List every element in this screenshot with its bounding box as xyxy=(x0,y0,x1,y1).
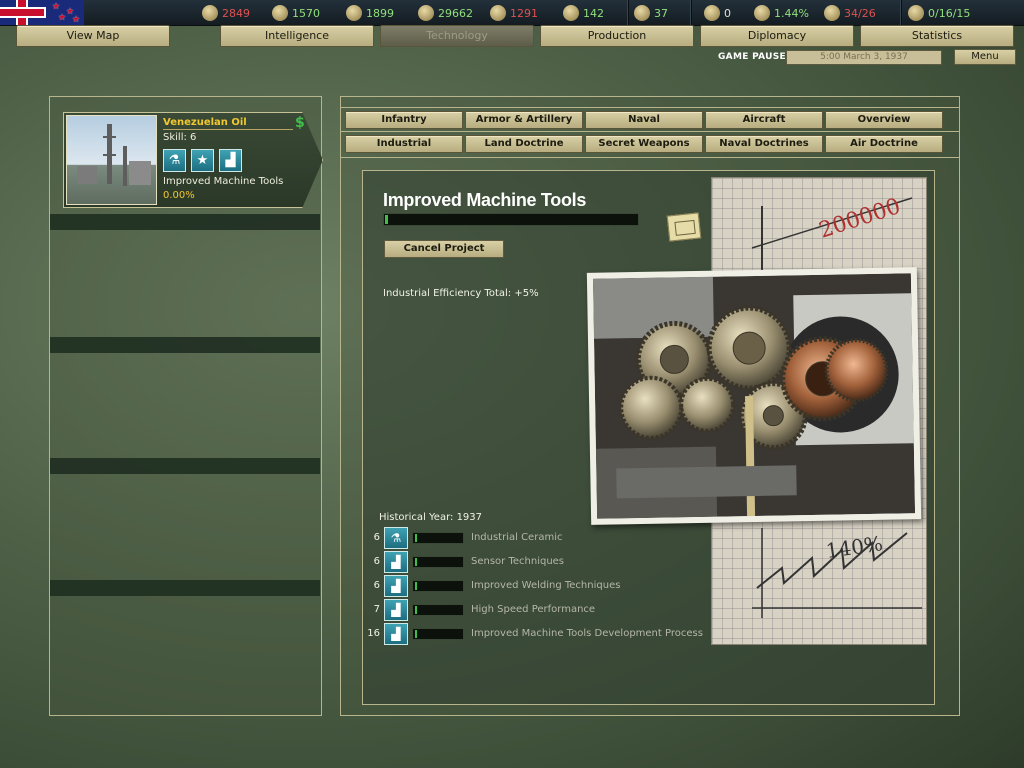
factory-icon: ▟ xyxy=(384,623,408,645)
team-photo xyxy=(66,115,157,205)
tab-overview[interactable]: Overview xyxy=(825,111,943,129)
tab-technology[interactable]: Technology xyxy=(380,25,534,47)
tab-air-doctrine[interactable]: Air Doctrine xyxy=(825,135,943,153)
tab-naval-doctrines[interactable]: Naval Doctrines xyxy=(705,135,823,153)
cancel-project-button[interactable]: Cancel Project xyxy=(384,240,504,258)
tech-photo xyxy=(586,267,922,525)
team-progress: 0.00% xyxy=(163,190,195,201)
team-current-task: Improved Machine Tools xyxy=(163,176,284,187)
topbar-divider xyxy=(627,0,629,26)
tech-progress-bar xyxy=(383,213,639,226)
supplies-icon xyxy=(490,5,506,21)
category-tabs: Infantry Armor & Artillery Naval Aircraf… xyxy=(343,111,957,157)
factory-icon: ▟ xyxy=(384,551,408,573)
tab-view-map[interactable]: View Map xyxy=(16,25,170,47)
requirement-level: 7 xyxy=(373,604,380,615)
factory-icon: ▟ xyxy=(384,599,408,621)
requirement-level: 6 xyxy=(373,556,380,567)
team-name: Venezuelan Oil xyxy=(163,117,293,130)
metal-icon xyxy=(272,5,288,21)
officers-icon xyxy=(908,5,924,21)
requirement-row[interactable]: 6 ▟ Sensor Techniques xyxy=(365,551,715,573)
requirement-row[interactable]: 6 ⚗ Industrial Ceramic xyxy=(365,527,715,549)
requirement-name: Sensor Techniques xyxy=(471,556,565,567)
energy-icon xyxy=(202,5,218,21)
tab-land-doctrine[interactable]: Land Doctrine xyxy=(465,135,583,153)
star-icon: ★ xyxy=(191,149,214,172)
resource-money[interactable]: 142 xyxy=(563,4,604,22)
dissent-icon xyxy=(754,5,770,21)
empty-research-slot[interactable] xyxy=(50,458,320,474)
empty-research-slot[interactable] xyxy=(50,337,320,353)
transports-icon xyxy=(704,5,720,21)
requirement-progress xyxy=(412,604,464,616)
resource-metal[interactable]: 1570 xyxy=(272,4,320,22)
rare-materials-icon xyxy=(346,5,362,21)
requirement-progress xyxy=(412,532,464,544)
resource-rare-materials[interactable]: 1899 xyxy=(346,4,394,22)
resource-supplies[interactable]: 1291 xyxy=(490,4,538,22)
resource-energy[interactable]: 2849 xyxy=(202,4,250,22)
requirement-name: Improved Welding Techniques xyxy=(471,580,621,591)
tab-intelligence[interactable]: Intelligence xyxy=(220,25,374,47)
empty-research-slot[interactable] xyxy=(50,214,320,230)
svg-text:200000: 200000 xyxy=(816,194,904,244)
money-icon: $ xyxy=(295,115,305,131)
requirement-progress xyxy=(412,580,464,592)
menu-button[interactable]: Menu xyxy=(954,49,1016,65)
blueprint-icon[interactable] xyxy=(666,212,702,242)
requirement-row[interactable]: 6 ▟ Improved Welding Techniques xyxy=(365,575,715,597)
union-jack xyxy=(0,0,44,25)
tab-production[interactable]: Production xyxy=(540,25,694,47)
factory-icon: ▟ xyxy=(384,575,408,597)
tab-infantry[interactable]: Infantry xyxy=(345,111,463,129)
historical-year: Historical Year: 1937 xyxy=(379,512,483,523)
divider xyxy=(340,157,960,158)
empty-research-slot[interactable] xyxy=(50,580,320,596)
topbar-divider xyxy=(690,0,692,26)
requirement-name: High Speed Performance xyxy=(471,604,596,615)
resource-dissent[interactable]: 1.44% xyxy=(754,4,809,22)
money-icon xyxy=(563,5,579,21)
game-paused-label: GAME PAUSED xyxy=(718,52,794,62)
tech-progress-fill xyxy=(385,215,388,224)
requirement-row[interactable]: 16 ▟ Improved Machine Tools Development … xyxy=(365,623,715,645)
requirement-level: 6 xyxy=(373,580,380,591)
tab-secret-weapons[interactable]: Secret Weapons xyxy=(585,135,703,153)
game-date[interactable]: 5:00 March 3, 1937 xyxy=(786,50,942,65)
resource-transports[interactable]: 0 xyxy=(704,4,731,22)
requirement-name: Improved Machine Tools Development Proce… xyxy=(471,628,703,639)
requirement-progress xyxy=(412,556,464,568)
tab-statistics[interactable]: Statistics xyxy=(860,25,1014,47)
nation-flag[interactable]: ★ ★ ★ ★ xyxy=(0,0,84,25)
factory-icon: ▟ xyxy=(219,149,242,172)
tab-armor-artillery[interactable]: Armor & Artillery xyxy=(465,111,583,129)
divider xyxy=(340,107,960,108)
resource-oil[interactable]: 29662 xyxy=(418,4,473,22)
requirement-level: 16 xyxy=(367,628,380,639)
team-specialities: ⚗ ★ ▟ xyxy=(163,149,242,172)
tech-title: Improved Machine Tools xyxy=(383,190,587,210)
resource-officers[interactable]: 0/16/15 xyxy=(908,4,970,22)
topbar-divider xyxy=(900,0,902,26)
manpower-icon xyxy=(634,5,650,21)
convoys-icon xyxy=(824,5,840,21)
requirement-row[interactable]: 7 ▟ High Speed Performance xyxy=(365,599,715,621)
requirement-name: Industrial Ceramic xyxy=(471,532,563,543)
requirement-level: 6 xyxy=(373,532,380,543)
tab-aircraft[interactable]: Aircraft xyxy=(705,111,823,129)
flask-icon: ⚗ xyxy=(163,149,186,172)
team-skill: Skill: 6 xyxy=(163,132,197,143)
tab-industrial[interactable]: Industrial xyxy=(345,135,463,153)
requirement-progress xyxy=(412,628,464,640)
research-team-card[interactable]: Venezuelan Oil $ Skill: 6 ⚗ ★ ▟ Improved… xyxy=(63,112,323,208)
tab-diplomacy[interactable]: Diplomacy xyxy=(700,25,854,47)
resource-manpower[interactable]: 37 xyxy=(634,4,668,22)
oil-icon xyxy=(418,5,434,21)
resource-convoys[interactable]: 34/26 xyxy=(824,4,876,22)
main-tab-bar: View Map Intelligence Technology Product… xyxy=(0,25,1024,47)
tech-effect: Industrial Efficiency Total: +5% xyxy=(383,288,539,299)
flask-icon: ⚗ xyxy=(384,527,408,549)
tab-naval[interactable]: Naval xyxy=(585,111,703,129)
